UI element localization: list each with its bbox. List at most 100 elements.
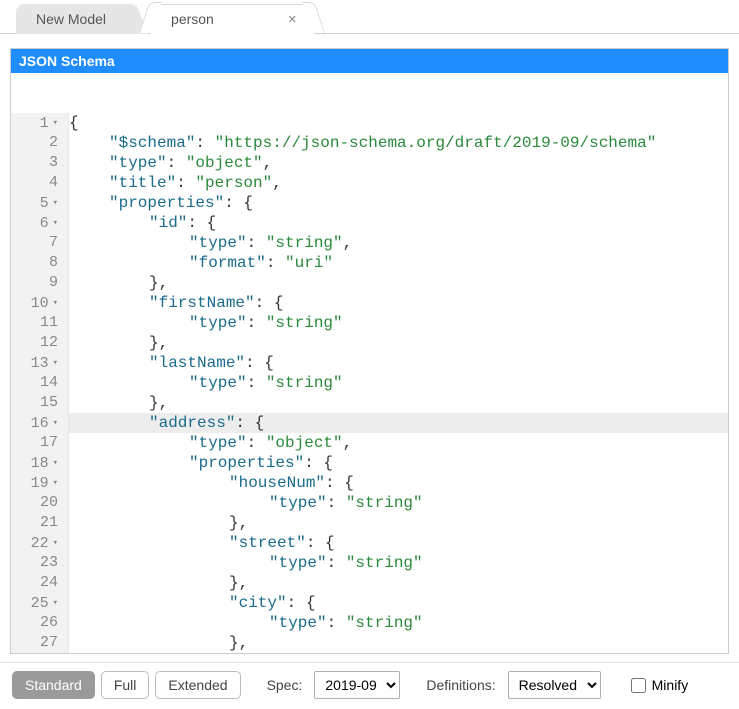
line-number: 3: [11, 153, 69, 173]
editor-line[interactable]: 19▾"houseNum": {: [11, 473, 728, 493]
line-number: 2: [11, 133, 69, 153]
editor-line[interactable]: 11"type": "string": [11, 313, 728, 333]
editor-line[interactable]: 7"type": "string",: [11, 233, 728, 253]
editor-line[interactable]: 15},: [11, 393, 728, 413]
full-button[interactable]: Full: [101, 671, 150, 699]
line-number: 26: [11, 613, 69, 633]
line-number: 17: [11, 433, 69, 453]
code-content[interactable]: "properties": {: [69, 453, 333, 473]
bottom-toolbar: Standard Full Extended Spec: 2019-09 Def…: [0, 662, 739, 707]
line-number: 8: [11, 253, 69, 273]
line-number: 12: [11, 333, 69, 353]
line-number: 4: [11, 173, 69, 193]
tab-person[interactable]: person ×: [150, 4, 314, 34]
fold-toggle-icon[interactable]: ▾: [53, 213, 58, 233]
line-number: 22▾: [11, 533, 69, 553]
editor-line[interactable]: 17"type": "object",: [11, 433, 728, 453]
editor-line[interactable]: 4"title": "person",: [11, 173, 728, 193]
code-content[interactable]: },: [69, 633, 248, 653]
code-content[interactable]: "type": "string": [69, 313, 343, 333]
fold-toggle-icon[interactable]: ▾: [53, 473, 58, 493]
line-number: 6▾: [11, 213, 69, 233]
fold-toggle-icon[interactable]: ▾: [53, 293, 58, 313]
code-editor[interactable]: 1▾{2"$schema": "https://json-schema.org/…: [11, 73, 728, 653]
line-number: 11: [11, 313, 69, 333]
fold-toggle-icon[interactable]: ▾: [53, 593, 58, 613]
editor-line[interactable]: 20"type": "string": [11, 493, 728, 513]
standard-button[interactable]: Standard: [12, 671, 95, 699]
editor-line[interactable]: 18▾"properties": {: [11, 453, 728, 473]
line-number: 27: [11, 633, 69, 653]
editor-line[interactable]: 16▾"address": {: [11, 413, 728, 433]
code-content[interactable]: "format": "uri": [69, 253, 333, 273]
code-content[interactable]: "type": "object",: [69, 153, 272, 173]
line-number: 21: [11, 513, 69, 533]
line-number: 1▾: [11, 113, 69, 133]
tab-new-model[interactable]: New Model: [16, 4, 138, 34]
code-content[interactable]: },: [69, 393, 168, 413]
editor-line[interactable]: 6▾"id": {: [11, 213, 728, 233]
code-content[interactable]: "$schema": "https://json-schema.org/draf…: [69, 133, 656, 153]
code-content[interactable]: "houseNum": {: [69, 473, 354, 493]
editor-line[interactable]: 9},: [11, 273, 728, 293]
line-number: 7: [11, 233, 69, 253]
fold-toggle-icon[interactable]: ▾: [53, 353, 58, 373]
definitions-select[interactable]: Resolved: [508, 671, 601, 699]
code-content[interactable]: "type": "string": [69, 373, 343, 393]
code-content[interactable]: "type": "string": [69, 613, 423, 633]
code-content[interactable]: {: [69, 113, 79, 133]
code-content[interactable]: },: [69, 333, 168, 353]
code-content[interactable]: },: [69, 573, 248, 593]
editor-line[interactable]: 27},: [11, 633, 728, 653]
fold-toggle-icon[interactable]: ▾: [53, 413, 58, 433]
line-number: 16▾: [11, 413, 69, 433]
code-content[interactable]: "type": "string",: [69, 233, 352, 253]
code-content[interactable]: "type": "object",: [69, 433, 352, 453]
editor-line[interactable]: 3"type": "object",: [11, 153, 728, 173]
code-content[interactable]: "lastName": {: [69, 353, 274, 373]
editor-line[interactable]: 2"$schema": "https://json-schema.org/dra…: [11, 133, 728, 153]
line-number: 19▾: [11, 473, 69, 493]
editor-line[interactable]: 13▾"lastName": {: [11, 353, 728, 373]
fold-toggle-icon[interactable]: ▾: [53, 113, 58, 133]
editor-line[interactable]: 26"type": "string": [11, 613, 728, 633]
code-content[interactable]: },: [69, 513, 248, 533]
tab-label: New Model: [36, 11, 106, 27]
editor-line[interactable]: 5▾"properties": {: [11, 193, 728, 213]
editor-line[interactable]: 22▾"street": {: [11, 533, 728, 553]
line-number: 20: [11, 493, 69, 513]
code-content[interactable]: "title": "person",: [69, 173, 282, 193]
editor-line[interactable]: 25▾"city": {: [11, 593, 728, 613]
fold-toggle-icon[interactable]: ▾: [53, 193, 58, 213]
json-schema-panel: JSON Schema 1▾{2"$schema": "https://json…: [10, 48, 729, 654]
code-content[interactable]: "street": {: [69, 533, 335, 553]
editor-line[interactable]: 24},: [11, 573, 728, 593]
editor-line[interactable]: 23"type": "string": [11, 553, 728, 573]
code-content[interactable]: "city": {: [69, 593, 315, 613]
minify-group[interactable]: Minify: [631, 677, 689, 693]
code-content[interactable]: "properties": {: [69, 193, 253, 213]
editor-line[interactable]: 14"type": "string": [11, 373, 728, 393]
editor-line[interactable]: 10▾"firstName": {: [11, 293, 728, 313]
editor-line[interactable]: 8"format": "uri": [11, 253, 728, 273]
editor-line[interactable]: 12},: [11, 333, 728, 353]
editor-line[interactable]: 1▾{: [11, 113, 728, 133]
code-content[interactable]: "address": {: [69, 413, 264, 433]
spec-select[interactable]: 2019-09: [314, 671, 400, 699]
code-content[interactable]: "id": {: [69, 213, 216, 233]
code-content[interactable]: "type": "string": [69, 553, 423, 573]
fold-toggle-icon[interactable]: ▾: [53, 533, 58, 553]
minify-checkbox[interactable]: [631, 678, 646, 693]
editor-line[interactable]: 21},: [11, 513, 728, 533]
minify-label: Minify: [652, 677, 689, 693]
line-number: 5▾: [11, 193, 69, 213]
code-content[interactable]: "firstName": {: [69, 293, 283, 313]
code-content[interactable]: "type": "string": [69, 493, 423, 513]
code-content[interactable]: },: [69, 273, 168, 293]
line-number: 24: [11, 573, 69, 593]
fold-toggle-icon[interactable]: ▾: [53, 453, 58, 473]
line-number: 15: [11, 393, 69, 413]
close-icon[interactable]: ×: [284, 11, 301, 28]
extended-button[interactable]: Extended: [155, 671, 240, 699]
tabs-bar: New Model person ×: [0, 0, 739, 34]
